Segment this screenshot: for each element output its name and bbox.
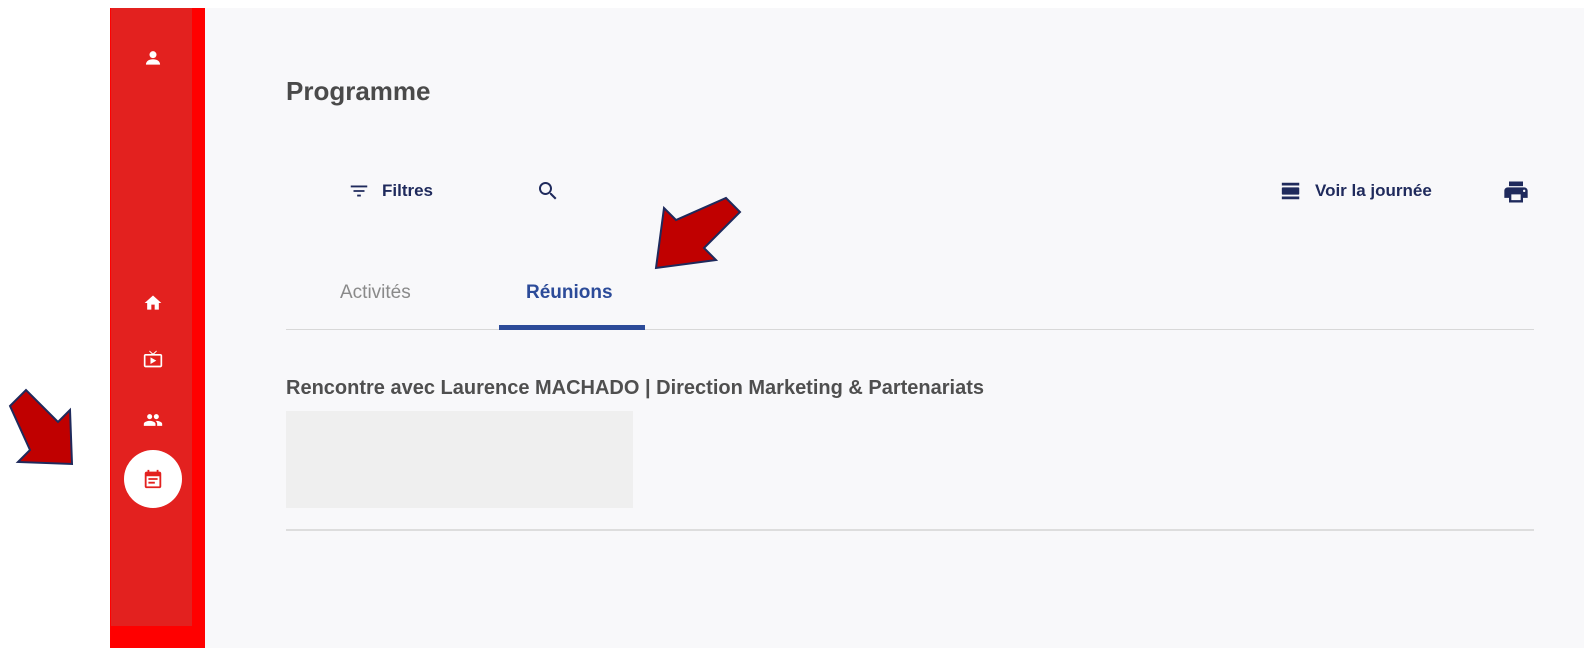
tv-icon xyxy=(143,350,163,368)
people-icon xyxy=(143,414,163,426)
view-day-label: Voir la journée xyxy=(1315,181,1432,200)
app-root: Programme Filtres Voir la journée Activi… xyxy=(0,0,1584,648)
annotation-arrow-tab xyxy=(654,196,742,270)
sidebar xyxy=(111,8,192,626)
filters-label: Filtres xyxy=(382,181,434,200)
tab-activites[interactable]: Activités xyxy=(340,282,411,304)
sidebar-item-networking[interactable] xyxy=(141,408,165,432)
meeting-card-placeholder xyxy=(286,411,633,508)
annotation-arrow-sidebar xyxy=(8,388,74,466)
sidebar-item-programme[interactable] xyxy=(124,450,182,508)
filter-icon xyxy=(350,185,368,197)
tab-reunions[interactable]: Réunions xyxy=(526,282,613,304)
search-icon xyxy=(539,182,557,200)
meeting-title[interactable]: Rencontre avec Laurence MACHADO | Direct… xyxy=(286,377,984,400)
meeting-divider xyxy=(286,529,1534,531)
filters-button[interactable]: Filtres xyxy=(348,180,433,202)
print-icon xyxy=(1504,181,1528,203)
view-day-button[interactable]: Voir la journée xyxy=(1279,180,1432,202)
tabs-divider xyxy=(286,329,1534,330)
print-button[interactable] xyxy=(1502,178,1530,206)
person-icon xyxy=(145,51,161,65)
profile-icon[interactable] xyxy=(141,46,165,70)
sidebar-item-home[interactable] xyxy=(141,291,165,315)
search-button[interactable] xyxy=(536,179,560,203)
page-title: Programme xyxy=(286,76,431,106)
home-icon xyxy=(144,295,162,310)
active-tab-indicator xyxy=(499,325,645,330)
view-day-icon xyxy=(1281,182,1300,200)
sidebar-item-live[interactable] xyxy=(141,347,165,371)
calendar-icon xyxy=(144,469,162,489)
